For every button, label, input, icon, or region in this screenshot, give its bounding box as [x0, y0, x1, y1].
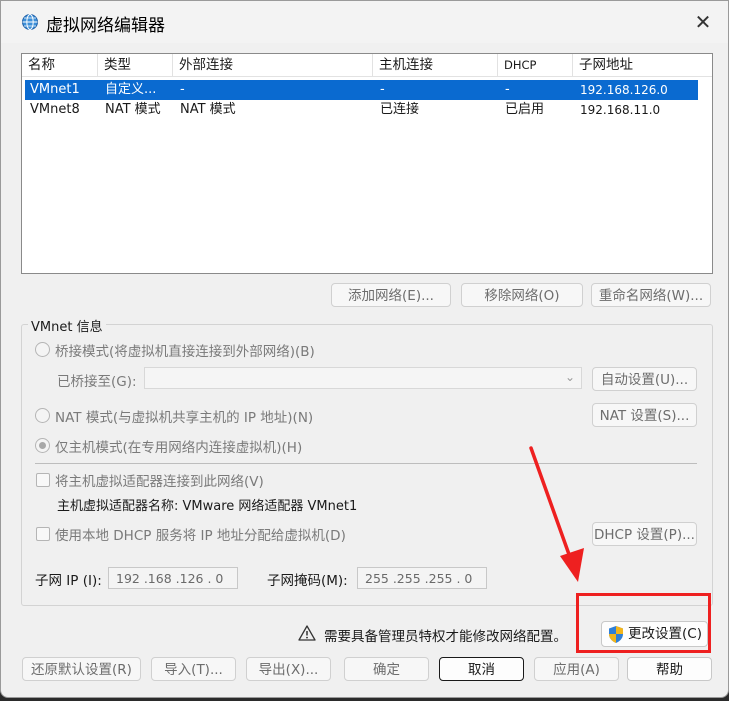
- row-subnet: 192.168.126.0: [580, 83, 668, 97]
- subnet-ip-label: 子网 IP (I):: [35, 573, 102, 589]
- nat-mode-radio[interactable]: [35, 408, 50, 423]
- ok-button[interactable]: 确定: [344, 657, 429, 681]
- row-host: -: [380, 82, 385, 97]
- dhcp-settings-button[interactable]: DHCP 设置(P)...: [592, 522, 697, 546]
- admin-notice-text: 需要具备管理员特权才能修改网络配置。: [324, 629, 567, 645]
- close-button[interactable]: ✕: [692, 11, 714, 33]
- row-subnet: 192.168.11.0: [580, 103, 661, 117]
- virtual-network-editor-window: 虚拟网络编辑器 ✕ 名称 类型 外部连接 主机连接 DHCP 子网地址 VMne…: [0, 0, 729, 698]
- separator: [35, 463, 697, 464]
- column-header-external[interactable]: 外部连接: [173, 54, 373, 77]
- add-network-button[interactable]: 添加网络(E)...: [331, 283, 451, 307]
- table-row[interactable]: VMnet8 NAT 模式 NAT 模式 已连接 已启用 192.168.11.…: [25, 100, 698, 120]
- window-title: 虚拟网络编辑器: [46, 16, 165, 36]
- rename-network-button[interactable]: 重命名网络(W)...: [591, 283, 711, 307]
- subnet-ip-field[interactable]: 192 .168 .126 . 0: [108, 567, 238, 589]
- network-globe-icon: [22, 14, 38, 30]
- row-external: -: [180, 82, 185, 97]
- use-dhcp-checkbox[interactable]: [36, 527, 50, 541]
- apply-button[interactable]: 应用(A): [534, 657, 619, 681]
- connect-adapter-checkbox[interactable]: [36, 473, 50, 487]
- row-type: 自定义...: [105, 82, 157, 97]
- connect-adapter-label: 将主机虚拟适配器连接到此网络(V): [55, 474, 264, 490]
- row-dhcp: -: [505, 82, 510, 97]
- title-bar: 虚拟网络编辑器 ✕: [1, 1, 728, 43]
- network-list[interactable]: 名称 类型 外部连接 主机连接 DHCP 子网地址 VMnet1 自定义... …: [21, 53, 713, 274]
- column-header-name[interactable]: 名称: [22, 54, 98, 77]
- nat-mode-label: NAT 模式(与虚拟机共享主机的 IP 地址)(N): [55, 410, 314, 426]
- restore-defaults-button[interactable]: 还原默认设置(R): [22, 657, 141, 681]
- row-external: NAT 模式: [180, 102, 236, 117]
- row-name: VMnet8: [30, 102, 80, 117]
- column-header-subnet[interactable]: 子网地址: [573, 54, 712, 77]
- adapter-name-text: 主机虚拟适配器名称: VMware 网络适配器 VMnet1: [57, 499, 358, 514]
- use-dhcp-label: 使用本地 DHCP 服务将 IP 地址分配给虚拟机(D): [55, 528, 346, 544]
- row-dhcp: 已启用: [505, 102, 545, 117]
- column-header-host[interactable]: 主机连接: [373, 54, 498, 77]
- chevron-down-icon: ⌄: [564, 370, 575, 384]
- column-header-type[interactable]: 类型: [98, 54, 173, 77]
- table-row[interactable]: VMnet1 自定义... - - - 192.168.126.0: [25, 80, 698, 100]
- bridged-to-label: 已桥接至(G):: [57, 374, 137, 390]
- list-header: 名称 类型 外部连接 主机连接 DHCP 子网地址: [22, 54, 712, 78]
- host-only-radio[interactable]: [35, 438, 50, 453]
- vmnet-info-label: VMnet 信息: [28, 316, 106, 335]
- auto-settings-button[interactable]: 自动设置(U)...: [592, 367, 697, 391]
- host-only-label: 仅主机模式(在专用网络内连接虚拟机)(H): [55, 440, 303, 456]
- annotation-highlight-box: [576, 593, 711, 653]
- subnet-mask-label: 子网掩码(M):: [267, 573, 348, 589]
- subnet-mask-field[interactable]: 255 .255 .255 . 0: [357, 567, 487, 589]
- help-button[interactable]: 帮助: [627, 657, 712, 681]
- bridged-to-select[interactable]: ⌄: [144, 367, 582, 389]
- warning-icon: [298, 625, 316, 641]
- row-host: 已连接: [380, 102, 420, 117]
- row-type: NAT 模式: [105, 102, 161, 117]
- column-header-dhcp[interactable]: DHCP: [498, 54, 573, 77]
- export-button[interactable]: 导出(X)...: [246, 657, 331, 681]
- cancel-button[interactable]: 取消: [439, 657, 524, 681]
- bridge-mode-label: 桥接模式(将虚拟机直接连接到外部网络)(B): [55, 344, 315, 360]
- nat-settings-button[interactable]: NAT 设置(S)...: [592, 403, 697, 427]
- remove-network-button[interactable]: 移除网络(O): [461, 283, 583, 307]
- row-name: VMnet1: [30, 82, 80, 97]
- bridge-mode-radio[interactable]: [35, 342, 50, 357]
- import-button[interactable]: 导入(T)...: [151, 657, 236, 681]
